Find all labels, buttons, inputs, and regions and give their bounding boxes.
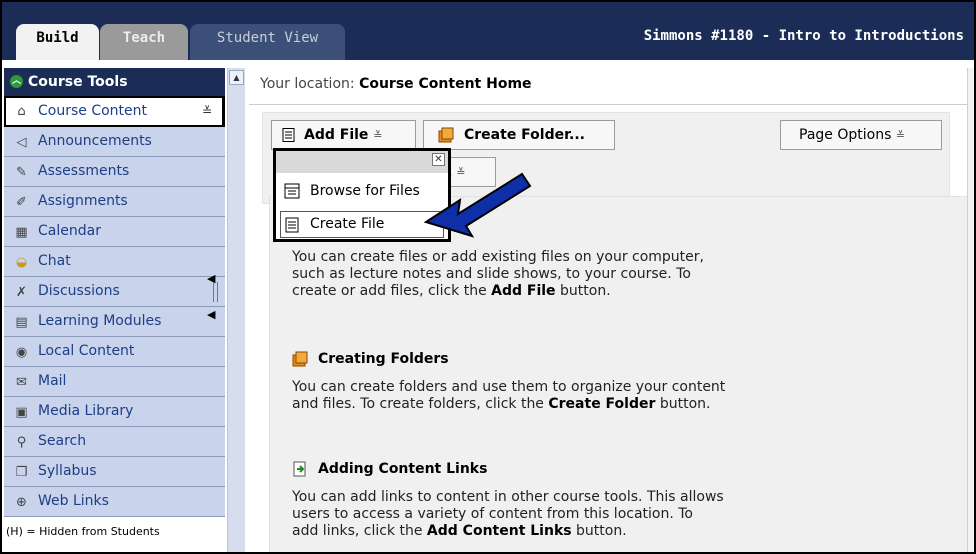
file-icon <box>282 128 295 142</box>
right-scrollbar[interactable] <box>967 68 974 552</box>
sidebar-item-label: Syllabus <box>38 463 97 479</box>
pointer-arrow-annotation <box>423 172 532 238</box>
folder-icon <box>292 351 308 367</box>
magnifier-icon: ⚲ <box>16 435 27 450</box>
chevron-down-icon[interactable]: ≚ <box>202 98 212 124</box>
location-breadcrumb: Your location: Course Content Home <box>260 76 532 92</box>
sidebar-item-chat[interactable]: ◒ Chat <box>4 247 225 277</box>
sidebar-item-label: Calendar <box>38 223 101 239</box>
browse-icon <box>284 183 300 199</box>
links-help-text: You can add links to content in other co… <box>292 489 724 539</box>
sidebar-list: ⌂ Course Content ≚ ◁ Announcements ✎ Asses… <box>4 96 225 517</box>
help-content-panel: You can create files or add existing fil… <box>269 196 974 552</box>
sidebar-item-assessments[interactable]: ✎ Assessments <box>4 157 225 187</box>
close-icon[interactable]: ✕ <box>432 153 445 166</box>
sidebar-item-label: Announcements <box>38 133 152 149</box>
sidebar-item-label: Local Content <box>38 343 135 359</box>
content-link-icon <box>293 461 306 477</box>
menu-item-create-file[interactable]: Create File <box>280 211 444 238</box>
calendar-icon: ▦ <box>15 225 28 240</box>
sidebar-item-discussions[interactable]: ✗ Discussions <box>4 277 225 307</box>
folders-help-text: You can create folders and use them to o… <box>292 379 726 412</box>
globe-icon: ⊕ <box>16 495 27 510</box>
tab-student-view[interactable]: Student View <box>190 24 345 60</box>
page-options-button[interactable]: Page Options ≚ <box>780 120 942 150</box>
syllabus-icon: ❐ <box>15 465 28 480</box>
pane-splitter[interactable]: ◀ ◀ <box>207 272 223 332</box>
pushpin-icon: ✗ <box>16 285 27 300</box>
modules-icon: ▤ <box>15 315 28 330</box>
sidebar-item-media-library[interactable]: ▣ Media Library <box>4 397 225 427</box>
folder-icon <box>438 127 454 143</box>
dropdown-icon: ≚ <box>373 129 383 142</box>
sidebar-scrollbar[interactable]: ▲ <box>227 68 245 552</box>
course-tools-header[interactable]: ︿ Course Tools <box>4 68 225 96</box>
file-icon <box>285 217 299 233</box>
sidebar-item-label: Chat <box>38 253 71 269</box>
sidebar-item-mail[interactable]: ✉ Mail <box>4 367 225 397</box>
adding-content-links-heading: Adding Content Links <box>292 459 487 479</box>
menu-item-browse-for-files[interactable]: Browse for Files <box>280 177 444 205</box>
sidebar-item-label: Assessments <box>38 163 130 179</box>
assessment-icon: ✎ <box>16 165 27 180</box>
home-icon: ⌂ <box>17 104 26 119</box>
sidebar-item-calendar[interactable]: ▦ Calendar <box>4 217 225 247</box>
app-window: Build Teach Student View Simmons #1180 -… <box>0 0 976 554</box>
collapse-left-icon-2[interactable]: ◀ <box>207 308 215 321</box>
tab-build[interactable]: Build <box>16 24 99 60</box>
sidebar-item-label: Web Links <box>38 493 109 509</box>
chat-bubble-icon: ◒ <box>15 255 28 270</box>
sidebar-item-label: Mail <box>38 373 67 389</box>
sidebar-item-label: Learning Modules <box>38 313 162 329</box>
location-current: Course Content Home <box>359 76 532 92</box>
add-file-button[interactable]: Add File ≚ <box>271 120 416 150</box>
course-title: Simmons #1180 - Intro to Introductions <box>643 28 964 44</box>
create-folder-button[interactable]: Create Folder... <box>423 120 615 150</box>
sidebar-item-syllabus[interactable]: ❐ Syllabus <box>4 457 225 487</box>
hidden-footnote: (H) = Hidden from Students <box>6 525 160 538</box>
media-library-icon: ▣ <box>15 405 28 420</box>
main-content-area: Your location: Course Content Home Add F… <box>249 68 974 552</box>
envelope-icon: ✉ <box>16 375 27 390</box>
course-tools-sidebar: ︿ Course Tools ⌂ Course Content ≚ ◁ Annou… <box>4 68 225 552</box>
assignment-icon: ✐ <box>16 195 27 210</box>
sidebar-item-label: Assignments <box>38 193 128 209</box>
megaphone-icon: ◁ <box>16 135 27 150</box>
sidebar-item-assignments[interactable]: ✐ Assignments <box>4 187 225 217</box>
sidebar-item-label: Discussions <box>38 283 120 299</box>
sidebar-item-label: Search <box>38 433 87 449</box>
sidebar-item-announcements[interactable]: ◁ Announcements <box>4 127 225 157</box>
sidebar-item-label: Media Library <box>38 403 134 419</box>
cd-icon: ◉ <box>15 345 28 360</box>
sidebar-item-local-content[interactable]: ◉ Local Content <box>4 337 225 367</box>
sidebar-item-course-content[interactable]: ⌂ Course Content ≚ <box>4 96 225 127</box>
sidebar-item-learning-modules[interactable]: ▤ Learning Modules <box>4 307 225 337</box>
scroll-up-arrow-icon[interactable]: ▲ <box>229 70 244 85</box>
sidebar-item-web-links[interactable]: ⊕ Web Links <box>4 487 225 517</box>
tab-teach[interactable]: Teach <box>100 24 188 60</box>
collapse-left-icon[interactable]: ◀ <box>207 272 215 285</box>
sidebar-item-search[interactable]: ⚲ Search <box>4 427 225 457</box>
sidebar-item-label: Course Content <box>38 103 148 119</box>
collapse-up-icon[interactable]: ︿ <box>10 75 23 88</box>
add-file-help-text: You can create files or add existing fil… <box>292 249 704 299</box>
creating-folders-heading: Creating Folders <box>292 349 449 369</box>
dropdown-icon: ≚ <box>895 129 906 142</box>
top-nav-bar: Build Teach Student View Simmons #1180 -… <box>2 2 974 60</box>
course-tools-title: Course Tools <box>28 74 128 90</box>
